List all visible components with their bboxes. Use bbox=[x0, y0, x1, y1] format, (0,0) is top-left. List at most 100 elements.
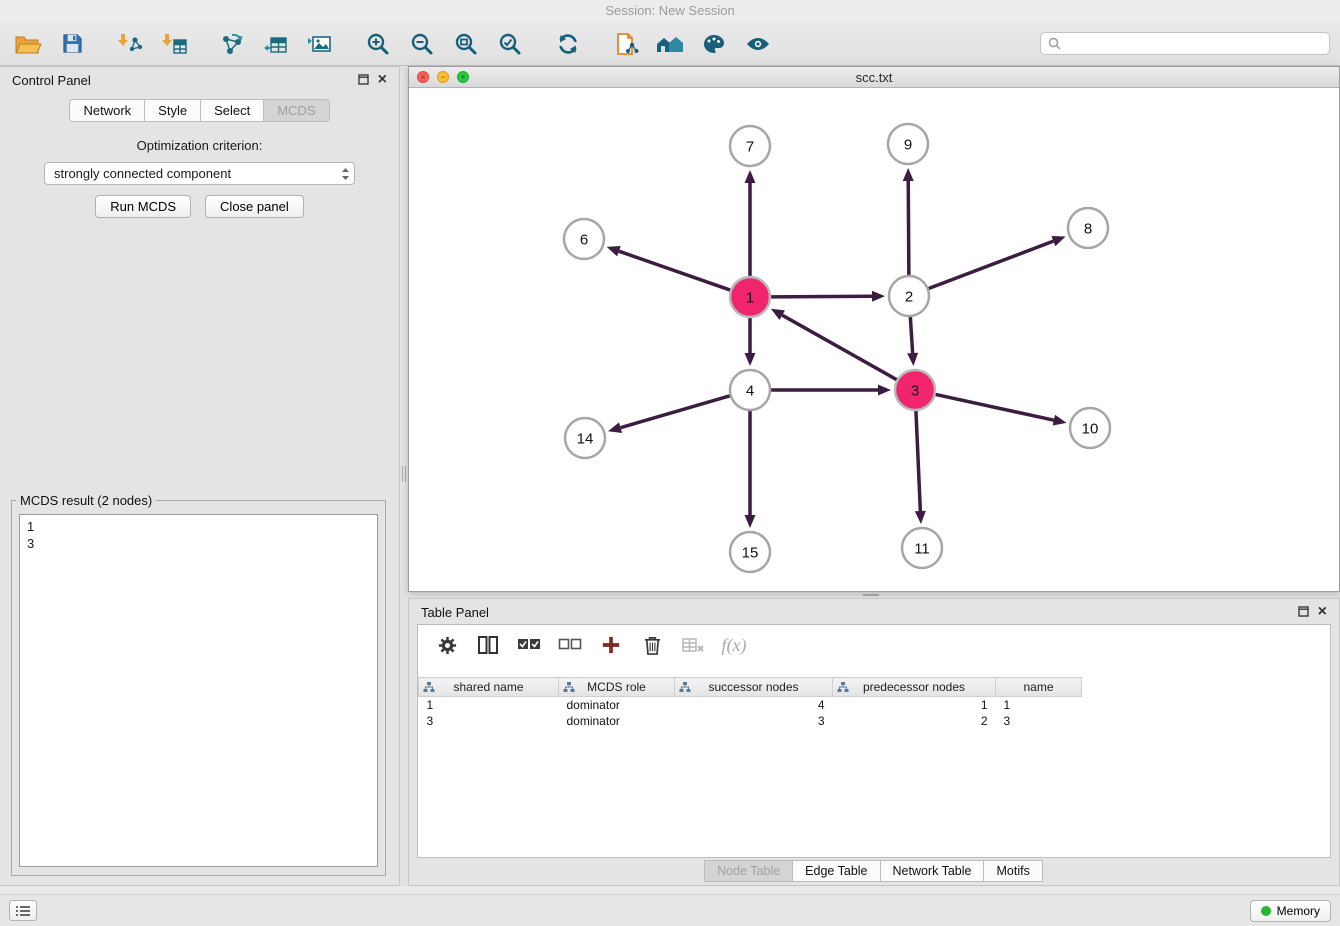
network-canvas[interactable]: 7 9 6 8 1 2 4 3 14 10 15 11 bbox=[409, 88, 1339, 591]
open-file-button[interactable] bbox=[10, 27, 46, 61]
graph-node-14[interactable]: 14 bbox=[565, 418, 605, 458]
zoom-selected-button[interactable] bbox=[492, 27, 528, 61]
column-header-name[interactable]: name bbox=[996, 678, 1082, 697]
refresh-view-button[interactable] bbox=[550, 27, 586, 61]
tab-select[interactable]: Select bbox=[200, 99, 264, 122]
graph-node-9[interactable]: 9 bbox=[888, 124, 928, 164]
result-item[interactable]: 1 bbox=[27, 518, 370, 535]
graph-edge-1-2[interactable] bbox=[771, 296, 872, 297]
minimize-window-button[interactable]: − bbox=[437, 71, 449, 83]
memory-button[interactable]: Memory bbox=[1250, 900, 1331, 922]
run-mcds-button[interactable]: Run MCDS bbox=[95, 195, 191, 218]
save-session-button[interactable] bbox=[54, 27, 90, 61]
function-builder-button[interactable]: f(x) bbox=[721, 632, 747, 658]
share-document-button[interactable] bbox=[608, 27, 644, 61]
close-window-button[interactable]: × bbox=[417, 71, 429, 83]
table-row[interactable]: 3 dominator 3 2 3 bbox=[419, 713, 1331, 729]
show-columns-button[interactable] bbox=[475, 632, 501, 658]
column-header-mcds-role[interactable]: MCDS role bbox=[559, 678, 675, 697]
home-button[interactable] bbox=[652, 27, 688, 61]
table-settings-button[interactable] bbox=[434, 632, 460, 658]
image-icon bbox=[307, 32, 333, 56]
cell-name[interactable]: 1 bbox=[996, 697, 1082, 713]
graph-edge-3-10[interactable] bbox=[936, 394, 1054, 420]
search-box[interactable] bbox=[1040, 32, 1330, 55]
cell-name[interactable]: 3 bbox=[996, 713, 1082, 729]
control-panel-header: Control Panel × bbox=[0, 67, 399, 93]
graph-node-6[interactable]: 6 bbox=[564, 219, 604, 259]
tab-network-table[interactable]: Network Table bbox=[880, 860, 985, 882]
graph-node-11[interactable]: 11 bbox=[902, 528, 942, 568]
new-table-button[interactable] bbox=[258, 27, 294, 61]
graph-node-8[interactable]: 8 bbox=[1068, 208, 1108, 248]
table-row[interactable]: 1 dominator 4 1 1 bbox=[419, 697, 1331, 713]
window-titlebar[interactable]: Session: New Session bbox=[0, 0, 1340, 22]
network-window-titlebar[interactable]: scc.txt × − + bbox=[409, 67, 1339, 88]
style-button[interactable] bbox=[696, 27, 732, 61]
result-item[interactable]: 3 bbox=[27, 535, 370, 552]
graph-edge-2-3[interactable] bbox=[910, 317, 912, 353]
tab-style[interactable]: Style bbox=[144, 99, 201, 122]
task-history-button[interactable] bbox=[9, 900, 37, 921]
show-hide-button[interactable] bbox=[740, 27, 776, 61]
import-table-button[interactable] bbox=[156, 27, 192, 61]
zoom-out-button[interactable] bbox=[404, 27, 440, 61]
delete-row-button[interactable] bbox=[639, 632, 665, 658]
table-toolbar: f(x) bbox=[418, 625, 1330, 665]
graph-edge-1-6[interactable] bbox=[619, 251, 730, 290]
search-input[interactable] bbox=[1065, 37, 1322, 51]
import-network-button[interactable] bbox=[112, 27, 148, 61]
graph-node-7[interactable]: 7 bbox=[730, 126, 770, 166]
zoom-in-button[interactable] bbox=[360, 27, 396, 61]
graph-node-2[interactable]: 2 bbox=[889, 276, 929, 316]
graph-edge-4-14[interactable] bbox=[621, 396, 730, 428]
optimization-criterion-select[interactable]: strongly connected component bbox=[44, 162, 355, 185]
main-toolbar bbox=[0, 22, 1340, 66]
cell-shared-name[interactable]: 1 bbox=[419, 697, 559, 713]
column-header-predecessor-nodes[interactable]: predecessor nodes bbox=[833, 678, 996, 697]
deselect-all-button[interactable] bbox=[557, 632, 583, 658]
graph-node-4[interactable]: 4 bbox=[730, 370, 770, 410]
tab-mcds[interactable]: MCDS bbox=[263, 99, 329, 122]
float-table-panel-icon[interactable] bbox=[1298, 605, 1309, 620]
close-mcds-panel-button[interactable]: Close panel bbox=[205, 195, 304, 218]
cell-mcds-role[interactable]: dominator bbox=[559, 697, 675, 713]
zoom-fit-button[interactable] bbox=[448, 27, 484, 61]
new-network-button[interactable] bbox=[214, 27, 250, 61]
zoom-window-button[interactable]: + bbox=[457, 71, 469, 83]
cell-mcds-role[interactable]: dominator bbox=[559, 713, 675, 729]
column-filler bbox=[1082, 678, 1331, 697]
cell-successor-nodes[interactable]: 4 bbox=[675, 697, 833, 713]
float-panel-icon[interactable] bbox=[358, 73, 369, 88]
tab-node-table[interactable]: Node Table bbox=[704, 860, 793, 882]
delete-table-button[interactable] bbox=[680, 632, 706, 658]
graph-edge-3-11[interactable] bbox=[916, 411, 920, 511]
graph-edge-2-8[interactable] bbox=[929, 241, 1054, 288]
graph-node-15[interactable]: 15 bbox=[730, 532, 770, 572]
select-all-button[interactable] bbox=[516, 632, 542, 658]
cell-predecessor-nodes[interactable]: 2 bbox=[833, 713, 996, 729]
vertical-panel-splitter[interactable] bbox=[400, 66, 408, 886]
splitter-handle[interactable] bbox=[402, 466, 406, 482]
add-row-button[interactable] bbox=[598, 632, 624, 658]
graph-edge-3-1[interactable] bbox=[782, 315, 896, 380]
graph-edge-2-9[interactable] bbox=[908, 181, 909, 275]
column-header-shared-name[interactable]: shared name bbox=[419, 678, 559, 697]
network-graph[interactable]: 7 9 6 8 1 2 4 3 14 10 15 11 bbox=[409, 88, 1339, 591]
cell-shared-name[interactable]: 3 bbox=[419, 713, 559, 729]
column-header-successor-nodes[interactable]: successor nodes bbox=[675, 678, 833, 697]
close-control-panel-icon[interactable]: × bbox=[378, 74, 387, 86]
graph-node-1[interactable]: 1 bbox=[730, 277, 770, 317]
graph-node-3[interactable]: 3 bbox=[895, 370, 935, 410]
tab-edge-table[interactable]: Edge Table bbox=[792, 860, 880, 882]
cell-successor-nodes[interactable]: 3 bbox=[675, 713, 833, 729]
tab-network[interactable]: Network bbox=[69, 99, 145, 122]
cell-predecessor-nodes[interactable]: 1 bbox=[833, 697, 996, 713]
graph-node-10[interactable]: 10 bbox=[1070, 408, 1110, 448]
splitter-handle[interactable] bbox=[863, 594, 879, 596]
export-image-button[interactable] bbox=[302, 27, 338, 61]
mcds-result-list[interactable]: 1 3 bbox=[19, 514, 378, 867]
control-panel: Control Panel × Network Style Select MCD… bbox=[0, 66, 400, 886]
close-table-panel-icon[interactable]: × bbox=[1318, 606, 1327, 618]
tab-motifs[interactable]: Motifs bbox=[983, 860, 1042, 882]
